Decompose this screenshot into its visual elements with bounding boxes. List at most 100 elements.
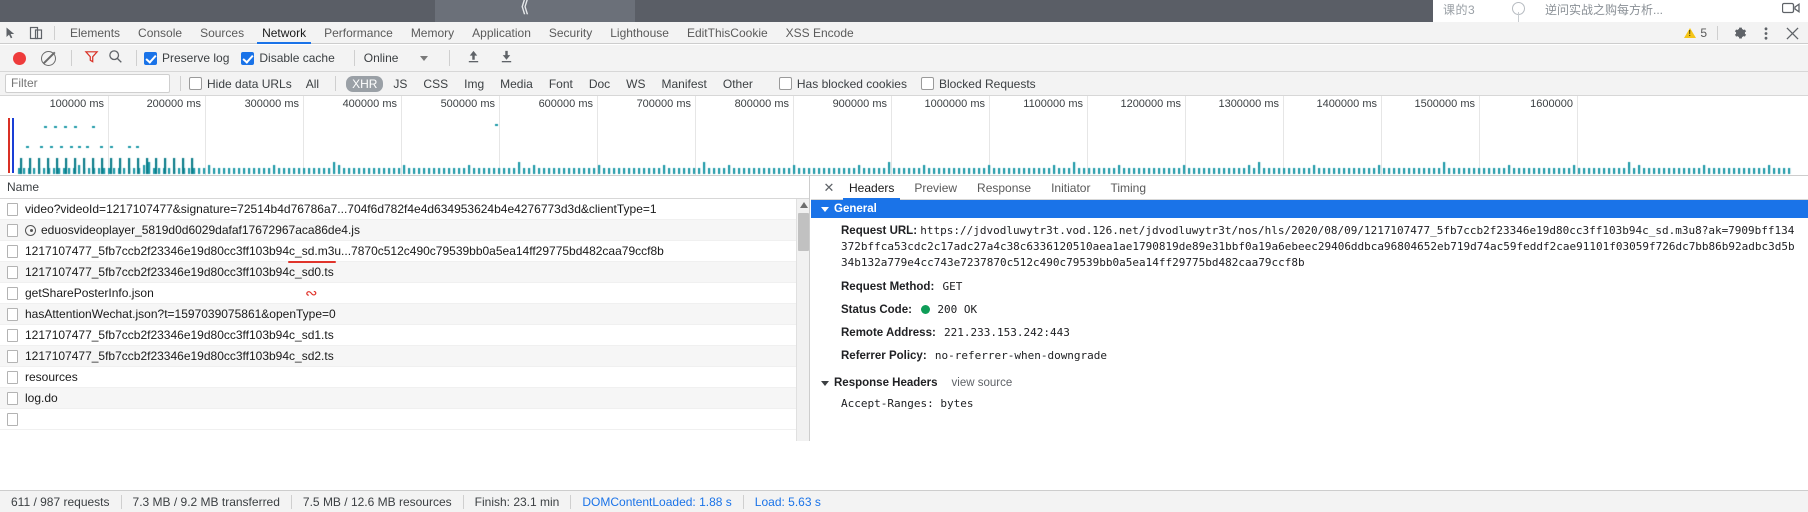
record-button[interactable] <box>13 51 26 65</box>
blocked-requests-checkbox[interactable] <box>920 77 934 90</box>
filter-type-all[interactable]: All <box>300 76 325 92</box>
page-dark-tab <box>435 0 635 22</box>
status-transferred: 7.3 MB / 9.2 MB transferred <box>132 494 280 509</box>
filter-type-xhr[interactable]: XHR <box>346 75 384 92</box>
tab-xss-encode[interactable]: XSS Encode <box>777 22 863 44</box>
filterbar-divider <box>180 76 181 91</box>
device-toolbar-icon[interactable] <box>24 23 48 43</box>
filter-type-img[interactable]: Img <box>458 76 490 92</box>
gear-icon[interactable] <box>1728 23 1752 43</box>
clear-icon[interactable] <box>41 50 56 66</box>
column-header-name: Name <box>7 180 40 194</box>
tab-lighthouse[interactable]: Lighthouse <box>601 22 678 44</box>
preserve-log-label[interactable]: Preserve log <box>162 51 229 65</box>
status-code-label: Status Code: <box>841 304 912 316</box>
filter-type-css[interactable]: CSS <box>417 76 454 92</box>
chevron-down-icon[interactable] <box>420 55 429 61</box>
tab-elements[interactable]: Elements <box>61 22 129 44</box>
search-icon[interactable] <box>108 49 123 67</box>
preserve-log-checkbox[interactable] <box>144 51 157 65</box>
filter-input[interactable] <box>5 74 170 93</box>
tab-editthiscookie[interactable]: EditThisCookie <box>678 22 777 44</box>
filter-type-font[interactable]: Font <box>543 76 579 92</box>
hide-data-urls-control[interactable]: Hide data URLs <box>189 77 298 91</box>
warning-badge[interactable]: 5 <box>1684 26 1707 40</box>
blocked-requests-label[interactable]: Blocked Requests <box>939 77 1036 91</box>
warning-triangle-icon <box>1684 28 1697 38</box>
tab-preview[interactable]: Preview <box>904 176 967 200</box>
table-row[interactable]: 1217107477_5fb7ccb2f23346e19d80cc3ff103b… <box>0 346 809 367</box>
remote-address-label: Remote Address: <box>841 327 936 339</box>
response-headers-section-header[interactable]: Response Headers view source <box>811 374 1808 392</box>
kebab-menu-icon[interactable] <box>1754 23 1778 43</box>
filter-type-ws[interactable]: WS <box>620 76 651 92</box>
tab-response[interactable]: Response <box>967 176 1041 200</box>
row-checkbox-icon <box>7 244 18 258</box>
referrer-policy-row: Referrer Policy: no-referrer-when-downgr… <box>811 343 1808 366</box>
close-icon[interactable] <box>1780 23 1804 43</box>
table-row[interactable]: 1217107477_5fb7ccb2f23346e19d80cc3ff103b… <box>0 241 809 262</box>
has-blocked-cookies-checkbox[interactable] <box>778 77 792 90</box>
tab-timing[interactable]: Timing <box>1100 176 1156 200</box>
network-overview-timeline[interactable]: 100000 ms 200000 ms 300000 ms 400000 ms … <box>0 96 1808 176</box>
general-section-header[interactable]: General <box>811 200 1808 218</box>
tab-memory[interactable]: Memory <box>402 22 463 44</box>
has-blocked-cookies-control[interactable]: Has blocked cookies <box>778 77 919 91</box>
row-checkbox-icon <box>7 223 18 237</box>
filter-type-other[interactable]: Other <box>717 76 759 92</box>
tab-sources[interactable]: Sources <box>191 22 253 44</box>
tab-console[interactable]: Console <box>129 22 191 44</box>
disable-cache-label[interactable]: Disable cache <box>259 51 334 65</box>
tab-headers[interactable]: Headers <box>839 176 904 200</box>
table-row[interactable]: 1217107477_5fb7ccb2f23346e19d80cc3ff103b… <box>0 325 809 346</box>
tab-initiator[interactable]: Initiator <box>1041 176 1100 200</box>
filter-type-js[interactable]: JS <box>387 76 413 92</box>
filter-type-manifest[interactable]: Manifest <box>656 76 713 92</box>
remote-address-value: 221.233.153.242:443 <box>944 326 1070 339</box>
page-dark-area <box>0 0 1433 22</box>
funnel-icon[interactable] <box>84 49 99 67</box>
import-har-icon[interactable] <box>466 49 481 67</box>
toolbar-divider <box>449 50 451 66</box>
request-name: 1217107477_5fb7ccb2f23346e19d80cc3ff103b… <box>25 349 334 363</box>
table-row[interactable]: hasAttentionWechat.json?t=1597039075861&… <box>0 304 809 325</box>
network-filterbar: Hide data URLs All XHR JS CSS Img Media … <box>0 72 1808 96</box>
view-source-link[interactable]: view source <box>952 377 1013 389</box>
export-har-icon[interactable] <box>499 49 514 67</box>
table-row[interactable]: video?videoId=1217107477&signature=72514… <box>0 199 809 220</box>
tab-security[interactable]: Security <box>540 22 601 44</box>
table-row[interactable]: eduosvideoplayer_5819d0d6029dafaf1767296… <box>0 220 809 241</box>
filter-type-media[interactable]: Media <box>494 76 539 92</box>
hide-data-urls-checkbox[interactable] <box>189 77 202 90</box>
camera-icon <box>1782 2 1800 14</box>
tab-performance[interactable]: Performance <box>315 22 402 44</box>
table-row[interactable]: 1217107477_5fb7ccb2f23346e19d80cc3ff103b… <box>0 262 809 283</box>
inspect-element-icon[interactable] <box>0 23 24 43</box>
filter-type-doc[interactable]: Doc <box>583 76 616 92</box>
table-row[interactable]: resources <box>0 367 809 388</box>
table-row[interactable]: getSharePosterInfo.json <box>0 283 809 304</box>
request-name: video?videoId=1217107477&signature=72514… <box>25 202 657 216</box>
tab-network[interactable]: Network <box>253 22 315 44</box>
overview-requests-graph <box>0 96 1808 175</box>
has-blocked-cookies-label[interactable]: Has blocked cookies <box>797 77 907 91</box>
hide-data-urls-label[interactable]: Hide data URLs <box>207 77 292 91</box>
requests-column-header[interactable]: Name <box>0 176 809 199</box>
tab-application[interactable]: Application <box>463 22 540 44</box>
table-row[interactable]: log.do <box>0 388 809 409</box>
details-tabbar: ✕ Headers Preview Response Initiator Tim… <box>811 176 1808 200</box>
table-row[interactable] <box>0 409 809 430</box>
scrollbar-thumb[interactable] <box>798 213 809 251</box>
row-checkbox-icon <box>7 202 18 216</box>
disable-cache-checkbox[interactable] <box>241 51 255 65</box>
requests-scrollbar[interactable] <box>796 199 809 441</box>
close-icon[interactable]: ✕ <box>819 180 839 196</box>
throttle-select[interactable]: Online <box>364 51 399 65</box>
blocked-requests-control[interactable]: Blocked Requests <box>920 77 1048 91</box>
status-resources: 7.5 MB / 12.6 MB resources <box>302 494 452 509</box>
request-name: 1217107477_5fb7ccb2f23346e19d80cc3ff103b… <box>25 328 334 342</box>
requests-list-pane: Name video?videoId=1217107477&signature=… <box>0 176 810 441</box>
devtools-tabbar: Elements Console Sources Network Perform… <box>0 22 1808 44</box>
scroll-up-icon[interactable] <box>800 202 808 208</box>
network-toolbar: Preserve log Disable cache Online <box>0 45 1808 72</box>
